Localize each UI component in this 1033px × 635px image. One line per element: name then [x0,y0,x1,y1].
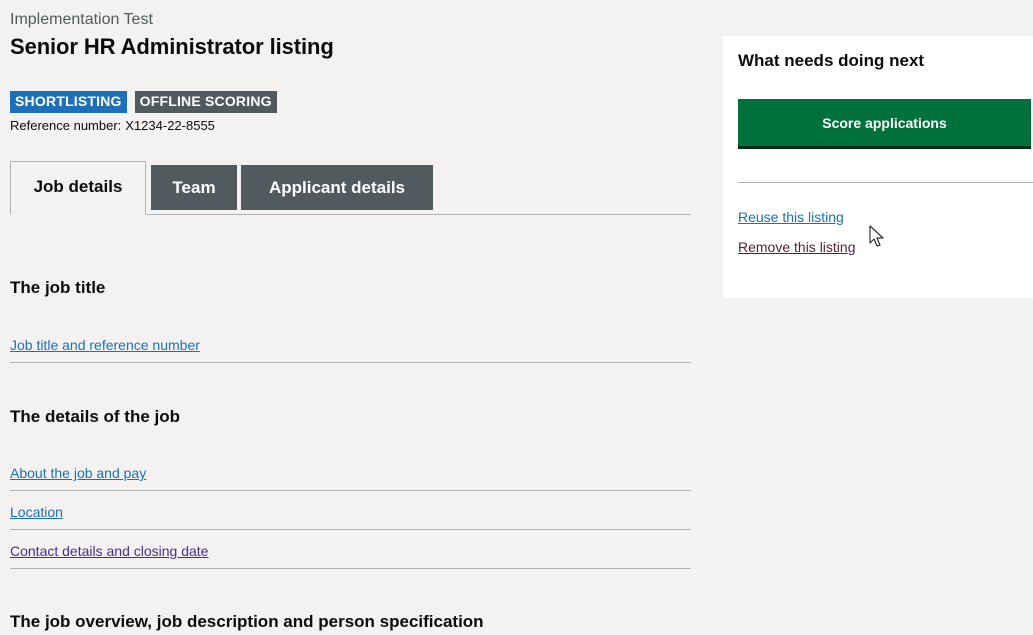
section-heading-job-details: The details of the job [10,407,181,426]
location-link[interactable]: Location [10,504,63,520]
reference-label: Reference number: [10,118,122,133]
remove-listing-link[interactable]: Remove this listing [738,239,856,255]
status-tags: SHORTLISTING OFFLINE SCORING [10,91,277,113]
divider [738,182,1033,183]
next-steps-panel: What needs doing next Score applications… [723,36,1033,298]
status-tag-offline-scoring: OFFLINE SCORING [134,91,277,113]
list-item: Job title and reference number [10,325,691,363]
status-tag-shortlisting: SHORTLISTING [10,91,127,113]
score-applications-button[interactable]: Score applications [738,99,1031,149]
tab-applicant-details[interactable]: Applicant details [241,165,433,210]
page-caption: Implementation Test [10,11,153,28]
reference-value: X1234-22-8555 [125,118,215,133]
tab-job-details[interactable]: Job details [10,161,146,215]
reuse-listing-link[interactable]: Reuse this listing [738,209,844,225]
list-item: Location [10,492,691,530]
tab-list: Job details Team Applicant details [10,161,691,215]
reference-number: Reference number: X1234-22-8555 [10,118,215,133]
section-heading-job-title: The job title [10,278,106,297]
next-steps-heading: What needs doing next [738,51,925,70]
contact-details-and-closing-date-link[interactable]: Contact details and closing date [10,543,208,559]
mouse-pointer-icon [869,225,884,247]
job-title-and-reference-link[interactable]: Job title and reference number [10,337,200,353]
about-the-job-and-pay-link[interactable]: About the job and pay [10,465,146,481]
tab-team[interactable]: Team [151,165,237,210]
section-heading-job-overview: The job overview, job description and pe… [10,612,484,631]
list-item: About the job and pay [10,453,691,491]
list-item: Contact details and closing date [10,531,691,569]
page-title: Senior HR Administrator listing [10,34,334,59]
